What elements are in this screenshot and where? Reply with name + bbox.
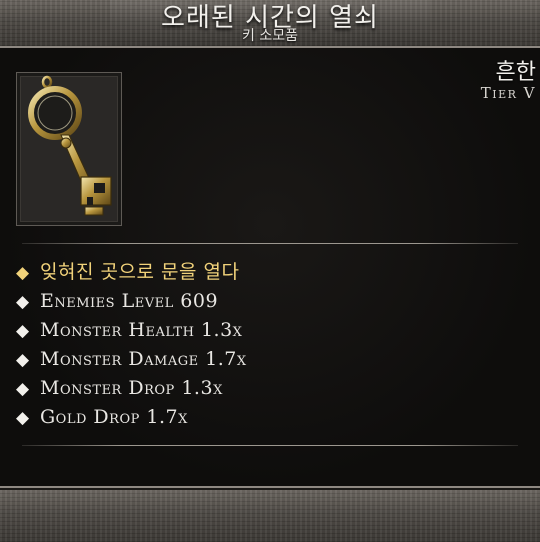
item-category: 키 소모품 (242, 28, 298, 44)
stat-line-enemies-level: ◆ Enemies Level 609 (16, 287, 516, 316)
ornate-gold-key-icon (28, 75, 112, 216)
item-icon-frame (16, 72, 122, 226)
top-divider (22, 243, 518, 244)
diamond-bullet-icon: ◆ (16, 263, 30, 283)
diamond-bullet-icon: ◆ (16, 321, 30, 341)
stat-line-monster-drop: ◆ Monster Drop 1.3x (16, 374, 516, 403)
stat-text: Monster Health 1.3x (40, 319, 243, 341)
stats-list: ◆ 잊혀진 곳으로 문을 열다 ◆ Enemies Level 609 ◆ Monst… (16, 258, 516, 432)
bottom-divider (22, 445, 518, 446)
stat-line-description: ◆ 잊혀진 곳으로 문을 열다 (16, 258, 516, 287)
stat-text: Gold Drop 1.7x (40, 406, 188, 428)
stat-line-monster-health: ◆ Monster Health 1.3x (16, 316, 516, 345)
stat-line-monster-damage: ◆ Monster Damage 1.7x (16, 345, 516, 374)
diamond-bullet-icon: ◆ (16, 350, 30, 370)
stat-text: Monster Damage 1.7x (40, 348, 247, 370)
diamond-bullet-icon: ◆ (16, 292, 30, 312)
stat-text: Monster Drop 1.3x (40, 377, 223, 399)
stat-text: 잊혀진 곳으로 문을 열다 (40, 261, 240, 283)
diamond-bullet-icon: ◆ (16, 408, 30, 428)
stat-line-gold-drop: ◆ Gold Drop 1.7x (16, 403, 516, 432)
diamond-bullet-icon: ◆ (16, 379, 30, 399)
stat-text: Enemies Level 609 (40, 290, 219, 312)
rarity-label: 흔한 (495, 60, 536, 85)
tier-label: Tier V (480, 84, 536, 102)
tooltip-footer (0, 488, 540, 542)
